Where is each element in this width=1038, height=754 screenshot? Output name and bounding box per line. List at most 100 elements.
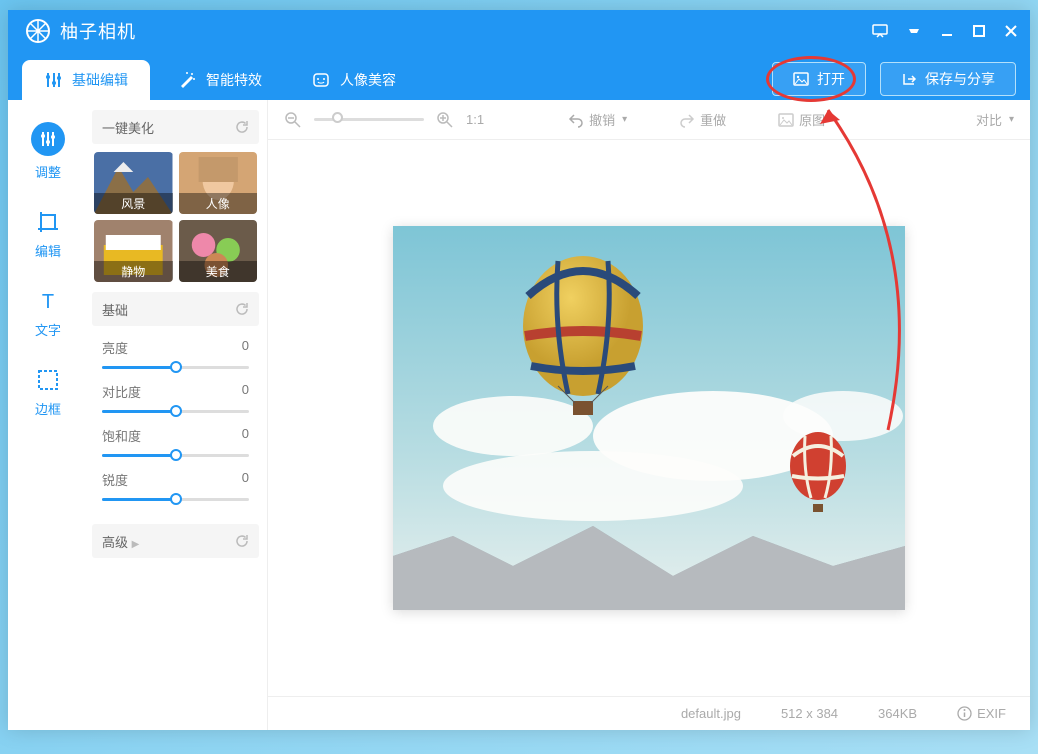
canvas-viewport[interactable] [268, 140, 1030, 696]
slider-value: 0 [242, 338, 249, 357]
slider-value: 0 [242, 426, 249, 445]
minimize-icon[interactable] [940, 24, 954, 38]
slider-track[interactable] [102, 448, 249, 462]
preset-label: 静物 [94, 261, 173, 282]
canvas-area: 1:1 撤销 ▾ 重做 原图 对比 [268, 100, 1030, 730]
status-bar: default.jpg 512 x 384 364KB EXIF [268, 696, 1030, 730]
redo-icon [679, 112, 695, 128]
slider-track[interactable] [102, 360, 249, 374]
tabbar: 基础编辑 智能特效 人像美容 打开 保存与分享 [8, 52, 1030, 100]
tab-smart-fx[interactable]: 智能特效 [156, 60, 284, 100]
original-button[interactable]: 原图 [778, 110, 825, 129]
slider-value: 0 [242, 382, 249, 401]
redo-label: 重做 [700, 110, 726, 129]
face-icon [312, 71, 330, 89]
nav-frame[interactable]: 边框 [35, 367, 61, 418]
status-filesize: 364KB [878, 706, 917, 721]
basic-section-head[interactable]: 基础 [92, 292, 259, 326]
feedback-icon[interactable] [872, 23, 888, 39]
slider-label: 饱和度 [102, 426, 141, 445]
section-title: 基础 [102, 300, 128, 319]
tab-portrait[interactable]: 人像美容 [290, 60, 418, 100]
frame-icon [35, 367, 61, 393]
chevron-down-icon: ▾ [622, 114, 627, 125]
nav-label: 边框 [35, 399, 61, 418]
zoom-out-icon[interactable] [284, 111, 302, 129]
export-icon [901, 71, 917, 87]
reset-icon[interactable] [235, 120, 249, 134]
tab-label: 人像美容 [340, 70, 396, 90]
nav-label: 编辑 [35, 241, 61, 260]
sliders-icon [44, 71, 62, 89]
nav-label: 文字 [35, 320, 61, 339]
titlebar: 柚子相机 [8, 10, 1030, 52]
maximize-icon[interactable] [972, 24, 986, 38]
slider-sharpness: 锐度0 [102, 470, 249, 506]
image-open-icon [793, 71, 809, 87]
preset-portrait[interactable]: 人像 [179, 152, 258, 214]
one-click-section-head[interactable]: 一键美化 [92, 110, 259, 144]
preset-stilllife[interactable]: 静物 [94, 220, 173, 282]
preset-label: 人像 [179, 193, 258, 214]
zoom-slider[interactable] [314, 118, 424, 121]
side-panel: 一键美化 风景 人像 静物 美食 [88, 100, 268, 730]
svg-text:T: T [42, 291, 54, 313]
slider-thumb[interactable] [170, 361, 182, 373]
compare-button[interactable]: 对比 ▾ [976, 110, 1014, 129]
open-button[interactable]: 打开 [772, 62, 866, 96]
status-filename: default.jpg [681, 706, 741, 721]
magic-wand-icon [178, 71, 196, 89]
slider-contrast: 对比度 0 [102, 382, 249, 418]
app-logo-icon [26, 19, 50, 43]
image-icon [778, 112, 794, 128]
left-nav: 调整 编辑 T 文字 边框 [8, 100, 88, 730]
undo-icon [568, 112, 584, 128]
original-label: 原图 [799, 110, 825, 129]
slider-label: 亮度 [102, 338, 128, 357]
slider-saturation: 饱和度 0 [102, 426, 249, 462]
slider-label: 对比度 [102, 382, 141, 401]
undo-label: 撤销 [589, 110, 615, 129]
tab-basic-edit[interactable]: 基础编辑 [22, 60, 150, 100]
section-title: 高级 [102, 535, 128, 550]
slider-thumb[interactable] [170, 405, 182, 417]
advanced-section-head[interactable]: 高级 ▶ [92, 524, 259, 558]
slider-thumb[interactable] [170, 493, 182, 505]
save-share-button[interactable]: 保存与分享 [880, 62, 1016, 96]
zoom-in-icon[interactable] [436, 111, 454, 129]
slider-track[interactable] [102, 492, 249, 506]
save-share-label: 保存与分享 [925, 69, 995, 89]
nav-label: 调整 [35, 162, 61, 181]
reset-icon[interactable] [235, 302, 249, 316]
preset-landscape[interactable]: 风景 [94, 152, 173, 214]
preset-food[interactable]: 美食 [179, 220, 258, 282]
undo-button[interactable]: 撤销 ▾ [568, 110, 627, 129]
window-controls [872, 23, 1024, 39]
slider-track[interactable] [102, 404, 249, 418]
exif-label: EXIF [977, 706, 1006, 721]
slider-thumb[interactable] [170, 449, 182, 461]
nav-adjust[interactable]: 调整 [31, 122, 65, 181]
section-title: 一键美化 [102, 118, 154, 137]
preset-label: 风景 [94, 193, 173, 214]
slider-brightness: 亮度 0 [102, 338, 249, 374]
tab-label: 智能特效 [206, 70, 262, 90]
adjust-icon [38, 129, 58, 149]
exif-button[interactable]: EXIF [957, 706, 1006, 721]
zoom-thumb[interactable] [332, 112, 343, 123]
app-title: 柚子相机 [60, 18, 136, 44]
redo-button[interactable]: 重做 [679, 110, 726, 129]
chevron-right-icon: ▶ [132, 539, 140, 550]
zoom-actual[interactable]: 1:1 [466, 112, 484, 127]
nav-text[interactable]: T 文字 [35, 288, 61, 339]
crop-icon [35, 209, 61, 235]
reset-icon[interactable] [235, 534, 249, 548]
open-button-label: 打开 [817, 69, 845, 89]
pin-icon[interactable] [906, 23, 922, 39]
canvas-toolbar: 1:1 撤销 ▾ 重做 原图 对比 [268, 100, 1030, 140]
canvas-image [393, 226, 905, 610]
preset-label: 美食 [179, 261, 258, 282]
slider-value: 0 [242, 470, 249, 489]
close-icon[interactable] [1004, 24, 1018, 38]
nav-crop[interactable]: 编辑 [35, 209, 61, 260]
